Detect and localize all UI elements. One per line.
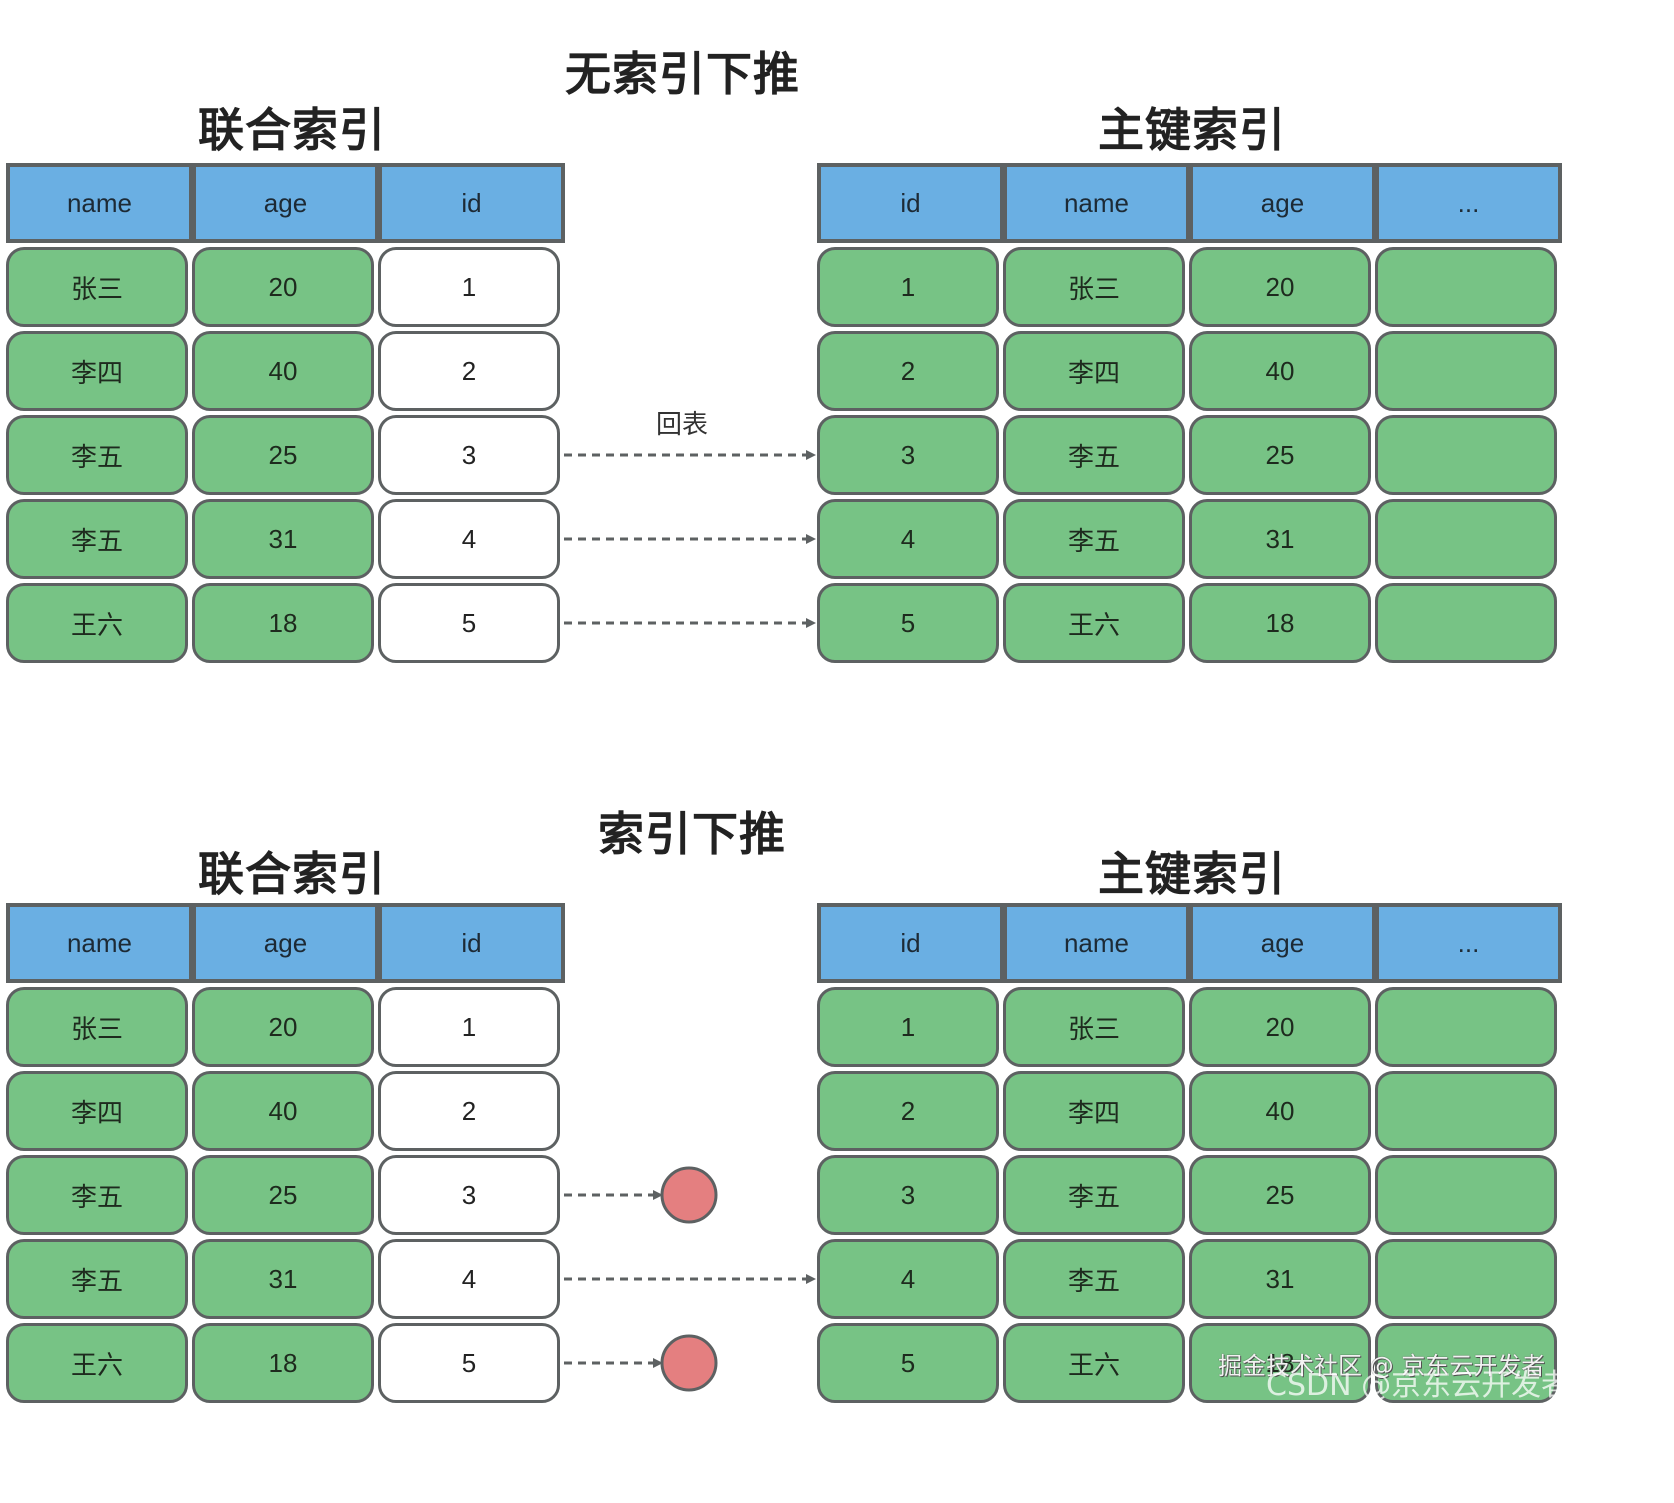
table-cell xyxy=(1375,1155,1557,1235)
composite-index-title: 联合索引 xyxy=(198,847,386,901)
table-cell: 3 xyxy=(378,1155,560,1235)
table-cell: 18 xyxy=(192,1323,374,1403)
table-cell: 31 xyxy=(192,499,374,579)
table-cell: 2 xyxy=(378,331,560,411)
column-header-age: age xyxy=(192,903,379,983)
csdn-watermark: CSDN @京东云开发者 xyxy=(1266,1368,1572,1403)
table-cell xyxy=(1375,415,1557,495)
table-cell: 王六 xyxy=(1003,1323,1185,1403)
table-cell: 李四 xyxy=(6,1071,188,1151)
column-header-id: id xyxy=(378,903,565,983)
table-cell: 18 xyxy=(192,583,374,663)
table-cell xyxy=(1375,987,1557,1067)
column-header-id: id xyxy=(817,163,1004,243)
section-title-pushdown: 索引下推 xyxy=(598,807,786,861)
table-cell: 张三 xyxy=(6,987,188,1067)
table-cell: 4 xyxy=(378,1239,560,1319)
column-header-age: age xyxy=(1189,903,1376,983)
table-cell: 25 xyxy=(1189,1155,1371,1235)
table-cell: 李四 xyxy=(6,331,188,411)
table-cell: 5 xyxy=(817,1323,999,1403)
table-cell: 25 xyxy=(1189,415,1371,495)
column-header-name: name xyxy=(6,903,193,983)
table-cell: 李四 xyxy=(1003,1071,1185,1151)
table-cell: 31 xyxy=(1189,1239,1371,1319)
column-header-more: ... xyxy=(1375,163,1562,243)
column-header-id: id xyxy=(817,903,1004,983)
table-cell: 20 xyxy=(192,987,374,1067)
table-cell: 40 xyxy=(1189,1071,1371,1151)
table-cell: 20 xyxy=(1189,987,1371,1067)
table-cell: 张三 xyxy=(1003,247,1185,327)
column-header-name: name xyxy=(1003,903,1190,983)
table-cell: 2 xyxy=(817,1071,999,1151)
section-title-no-pushdown: 无索引下推 xyxy=(565,47,800,101)
table-cell xyxy=(1375,1239,1557,1319)
table-cell: 5 xyxy=(378,1323,560,1403)
table-cell: 李五 xyxy=(6,1239,188,1319)
table-cell: 40 xyxy=(1189,331,1371,411)
table-cell xyxy=(1375,583,1557,663)
table-cell: 4 xyxy=(378,499,560,579)
table-cell: 3 xyxy=(817,415,999,495)
column-header-more: ... xyxy=(1375,903,1562,983)
table-cell: 20 xyxy=(1189,247,1371,327)
table-cell: 25 xyxy=(192,415,374,495)
table-cell: 3 xyxy=(817,1155,999,1235)
table-cell: 王六 xyxy=(6,583,188,663)
table-cell: 40 xyxy=(192,1071,374,1151)
table-cell: 李五 xyxy=(1003,1155,1185,1235)
table-cell: 李五 xyxy=(6,415,188,495)
table-cell: 5 xyxy=(378,583,560,663)
table-cell xyxy=(1375,499,1557,579)
filtered-out-marker xyxy=(660,1166,718,1224)
table-cell: 李五 xyxy=(1003,415,1185,495)
table-cell: 18 xyxy=(1189,583,1371,663)
filtered-out-marker xyxy=(660,1334,718,1392)
primary-index-title: 主键索引 xyxy=(1098,847,1286,901)
back-to-table-label: 回表 xyxy=(656,410,709,440)
column-header-id: id xyxy=(378,163,565,243)
table-cell: 张三 xyxy=(6,247,188,327)
table-cell: 2 xyxy=(817,331,999,411)
composite-index-title: 联合索引 xyxy=(198,103,386,157)
table-cell: 40 xyxy=(192,331,374,411)
column-header-age: age xyxy=(1189,163,1376,243)
column-header-name: name xyxy=(6,163,193,243)
table-cell: 4 xyxy=(817,1239,999,1319)
table-cell: 李五 xyxy=(6,1155,188,1235)
table-cell: 张三 xyxy=(1003,987,1185,1067)
table-cell: 5 xyxy=(817,583,999,663)
table-cell xyxy=(1375,247,1557,327)
table-cell: 1 xyxy=(817,247,999,327)
table-cell: 李五 xyxy=(1003,499,1185,579)
table-cell: 1 xyxy=(378,247,560,327)
table-cell xyxy=(1375,1071,1557,1151)
primary-index-title: 主键索引 xyxy=(1098,103,1286,157)
table-cell: 李五 xyxy=(1003,1239,1185,1319)
table-cell xyxy=(1375,331,1557,411)
table-cell: 25 xyxy=(192,1155,374,1235)
table-cell: 1 xyxy=(378,987,560,1067)
table-cell: 李四 xyxy=(1003,331,1185,411)
table-cell: 20 xyxy=(192,247,374,327)
table-cell: 31 xyxy=(1189,499,1371,579)
table-cell: 3 xyxy=(378,415,560,495)
table-cell: 王六 xyxy=(6,1323,188,1403)
table-cell: 2 xyxy=(378,1071,560,1151)
table-cell: 王六 xyxy=(1003,583,1185,663)
table-cell: 4 xyxy=(817,499,999,579)
column-header-age: age xyxy=(192,163,379,243)
column-header-name: name xyxy=(1003,163,1190,243)
table-cell: 1 xyxy=(817,987,999,1067)
table-cell: 李五 xyxy=(6,499,188,579)
table-cell: 31 xyxy=(192,1239,374,1319)
